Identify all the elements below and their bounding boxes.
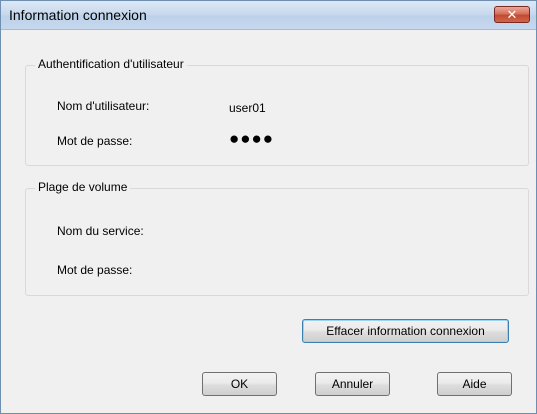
clear-login-info-button[interactable]: Effacer information connexion [302, 319, 509, 343]
password-value: ●●●● [229, 129, 275, 148]
dialog-title: Information connexion [9, 7, 147, 23]
user-auth-group: Authentification d'utilisateur Nom d'uti… [25, 57, 529, 166]
password-label: Mot de passe: [57, 134, 133, 148]
username-value: user01 [229, 101, 266, 115]
username-label: Nom d'utilisateur: [57, 99, 150, 113]
login-info-dialog: Information connexion ✕ Authentification… [0, 0, 537, 414]
close-icon: ✕ [506, 7, 518, 22]
volume-password-label: Mot de passe: [57, 263, 133, 277]
title-bar: Information connexion ✕ [1, 1, 536, 30]
close-button[interactable]: ✕ [494, 6, 530, 23]
cancel-button[interactable]: Annuler [315, 372, 390, 396]
user-auth-legend: Authentification d'utilisateur [35, 57, 187, 71]
service-name-label: Nom du service: [57, 224, 144, 238]
ok-button[interactable]: OK [202, 372, 277, 396]
help-button[interactable]: Aide [437, 372, 512, 396]
volume-range-legend: Plage de volume [35, 180, 131, 194]
volume-range-group: Plage de volume Nom du service: Mot de p… [25, 180, 529, 296]
